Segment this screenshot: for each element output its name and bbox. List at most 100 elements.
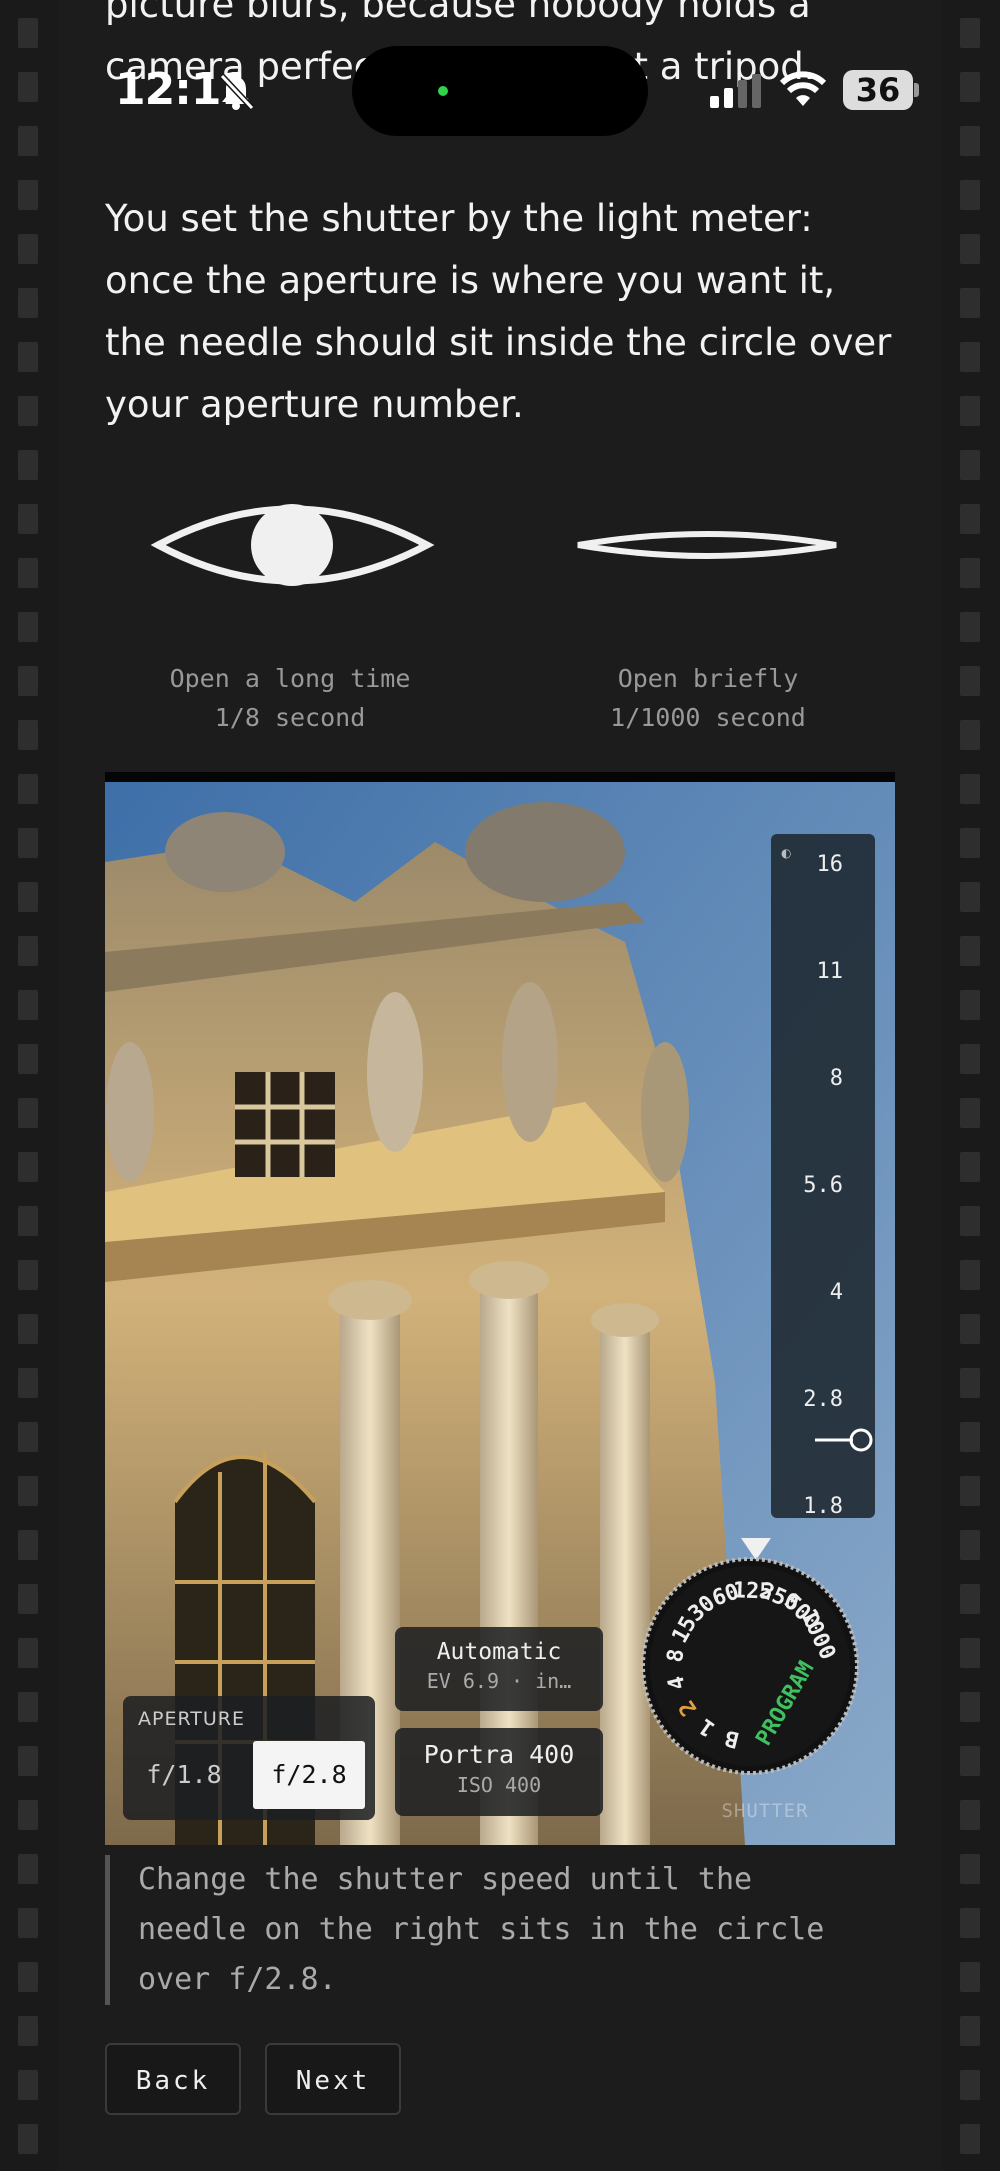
sprocket-hole xyxy=(960,396,980,426)
shutter-dial-label: SHUTTER xyxy=(721,1800,809,1822)
sprocket-hole xyxy=(18,1854,38,1884)
sprocket-hole xyxy=(18,1530,38,1560)
sprocket-hole xyxy=(960,1098,980,1128)
sprocket-hole xyxy=(18,504,38,534)
sprocket-hole xyxy=(18,1206,38,1236)
sprocket-hole xyxy=(18,1152,38,1182)
sprocket-hole xyxy=(18,828,38,858)
sprocket-hole xyxy=(960,2124,980,2154)
sprocket-hole xyxy=(960,612,980,642)
camera-indicator xyxy=(438,86,448,96)
sprocket-hole xyxy=(18,234,38,264)
meter-scale-label: 2.8 xyxy=(803,1387,843,1412)
battery-indicator: 36 xyxy=(843,70,913,110)
brief-exposure-caption: Open briefly 1/1000 second xyxy=(518,659,898,737)
sprocket-hole xyxy=(960,1584,980,1614)
status-bar: 12:11 36 xyxy=(0,0,1000,160)
light-meter: ◐ 16 11 8 5.6 4 2.8 1.8 xyxy=(771,834,875,1519)
narrow-eye-illustration xyxy=(577,531,837,559)
sprocket-hole xyxy=(960,1206,980,1236)
sprocket-hole xyxy=(18,882,38,912)
sprocket-hole xyxy=(18,1746,38,1776)
shutter-dial[interactable]: 12481530601252505001000B PROGRAM xyxy=(641,1557,859,1775)
sprocket-hole xyxy=(18,936,38,966)
sprocket-hole xyxy=(18,1800,38,1830)
sprocket-hole xyxy=(18,1368,38,1398)
back-button[interactable]: Back xyxy=(105,2043,241,2115)
silent-bell-icon xyxy=(219,73,255,111)
sprocket-hole xyxy=(960,1854,980,1884)
sprocket-hole xyxy=(960,828,980,858)
sprocket-hole xyxy=(960,1908,980,1938)
sprocket-hole xyxy=(18,288,38,318)
sprocket-hole xyxy=(960,342,980,372)
sprocket-hole xyxy=(18,2070,38,2100)
sprocket-hole xyxy=(960,234,980,264)
cellular-signal-icon xyxy=(710,74,761,108)
sprocket-hole xyxy=(960,288,980,318)
sprocket-hole xyxy=(960,1476,980,1506)
sprocket-hole xyxy=(18,396,38,426)
sprocket-hole xyxy=(960,2070,980,2100)
exposure-mode-button[interactable]: Automatic EV 6.9 · in… xyxy=(395,1627,603,1711)
long-exposure-label: Open a long time xyxy=(169,664,411,693)
sprocket-hole xyxy=(960,1692,980,1722)
aperture-option-f1-8[interactable]: f/1.8 xyxy=(129,1741,239,1809)
sprocket-hole xyxy=(18,342,38,372)
sprocket-hole xyxy=(960,774,980,804)
sprocket-hole xyxy=(18,1260,38,1290)
film-strip-right xyxy=(942,0,1000,2171)
sprocket-hole xyxy=(18,720,38,750)
dynamic-island xyxy=(352,46,648,136)
wifi-icon xyxy=(779,71,827,106)
sprocket-hole xyxy=(960,1530,980,1560)
sprocket-hole xyxy=(18,1422,38,1452)
sprocket-hole xyxy=(18,1098,38,1128)
meter-scale-label: 8 xyxy=(829,1066,843,1091)
meter-icon: ◐ xyxy=(781,846,792,860)
sprocket-hole xyxy=(18,1314,38,1344)
meter-scale-label: 1.8 xyxy=(803,1494,843,1519)
sprocket-hole xyxy=(960,1422,980,1452)
lesson-paragraph: You set the shutter by the light meter: … xyxy=(105,197,892,426)
long-exposure-value: 1/8 second xyxy=(214,703,366,732)
instruction-hint: Change the shutter speed until the needl… xyxy=(105,1855,900,2005)
film-strip-left xyxy=(0,0,58,2171)
sprocket-hole xyxy=(18,450,38,480)
film-stock-button[interactable]: Portra 400 ISO 400 xyxy=(395,1728,603,1816)
sprocket-hole xyxy=(18,2016,38,2046)
sprocket-hole xyxy=(18,612,38,642)
sprocket-hole xyxy=(18,2124,38,2154)
exposure-mode-subtitle: EV 6.9 · in… xyxy=(426,1669,572,1693)
next-button[interactable]: Next xyxy=(265,2043,401,2115)
film-stock-subtitle: ISO 400 xyxy=(456,1773,542,1797)
sprocket-hole xyxy=(960,990,980,1020)
instruction-text: Change the shutter speed until the needl… xyxy=(138,1862,825,1997)
sprocket-hole xyxy=(18,180,38,210)
exposure-mode-title: Automatic xyxy=(436,1639,562,1665)
sprocket-hole xyxy=(18,774,38,804)
aperture-selector: APERTURE f/1.8 f/2.8 xyxy=(123,1696,375,1820)
meter-scale-label: 5.6 xyxy=(803,1173,843,1198)
sprocket-hole xyxy=(18,558,38,588)
sprocket-hole xyxy=(960,1044,980,1074)
sprocket-hole xyxy=(960,1368,980,1398)
sprocket-hole xyxy=(18,1584,38,1614)
sprocket-hole xyxy=(960,2016,980,2046)
sprocket-hole xyxy=(18,1044,38,1074)
sprocket-hole xyxy=(960,450,980,480)
sprocket-hole xyxy=(960,1260,980,1290)
sprocket-hole xyxy=(960,1638,980,1668)
brief-exposure-value: 1/1000 second xyxy=(610,703,806,732)
film-stock-title: Portra 400 xyxy=(423,1740,575,1769)
sprocket-hole xyxy=(960,882,980,912)
sprocket-hole xyxy=(18,1692,38,1722)
aperture-option-f2-8[interactable]: f/2.8 xyxy=(253,1741,365,1809)
meter-scale-label: 16 xyxy=(816,852,844,877)
viewfinder[interactable]: ◐ 16 11 8 5.6 4 2.8 1.8 Automatic EV 6.9… xyxy=(105,772,895,1845)
sprocket-hole xyxy=(18,1908,38,1938)
sprocket-hole xyxy=(960,666,980,696)
sprocket-hole xyxy=(18,1476,38,1506)
meter-scale-label: 4 xyxy=(829,1280,843,1305)
sprocket-hole xyxy=(960,1746,980,1776)
